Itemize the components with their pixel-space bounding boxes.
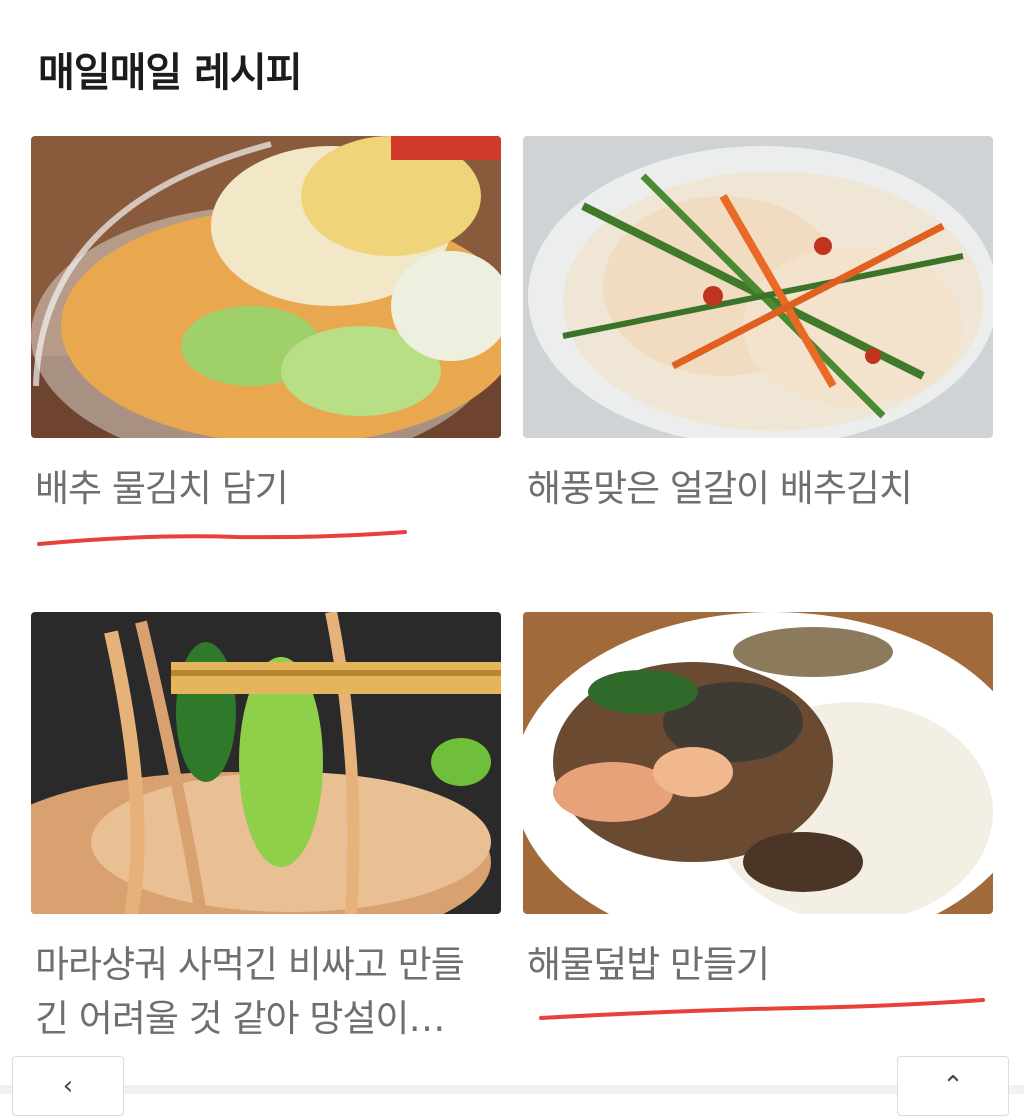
red-underline-annotation [37,530,407,546]
recipe-title-2[interactable]: 해풍맞은 얼갈이 배추김치 [527,462,967,516]
bottom-navigation-bar [0,1085,1024,1094]
cabbage-kimchi-photo [523,136,993,438]
recipe-image-1[interactable] [31,136,501,438]
chevron-left-icon: ‹ [62,1071,74,1101]
recipe-image-3[interactable] [31,612,501,914]
recipe-title-3[interactable]: 마라샹궈 사먹긴 비싸고 만들긴 어려울 것 같아 망설이셨다면 [35,938,475,1046]
recipe-image-4[interactable] [523,612,993,914]
water-kimchi-photo [31,136,501,438]
seafood-rice-bowl-photo [523,612,993,914]
recipe-image-2[interactable] [523,136,993,438]
arrow-up-icon: ⌃ [942,1071,964,1101]
mala-xiangguo-photo [31,612,501,914]
recipe-title-4[interactable]: 해물덮밥 만들기 [527,938,967,992]
scroll-top-button[interactable]: ⌃ [897,1056,1009,1116]
red-underline-annotation [539,998,985,1020]
section-title: 매일매일 레시피 [38,50,303,96]
prev-button[interactable]: ‹ [12,1056,124,1116]
recipe-title-1[interactable]: 배추 물김치 담기 [35,462,475,516]
